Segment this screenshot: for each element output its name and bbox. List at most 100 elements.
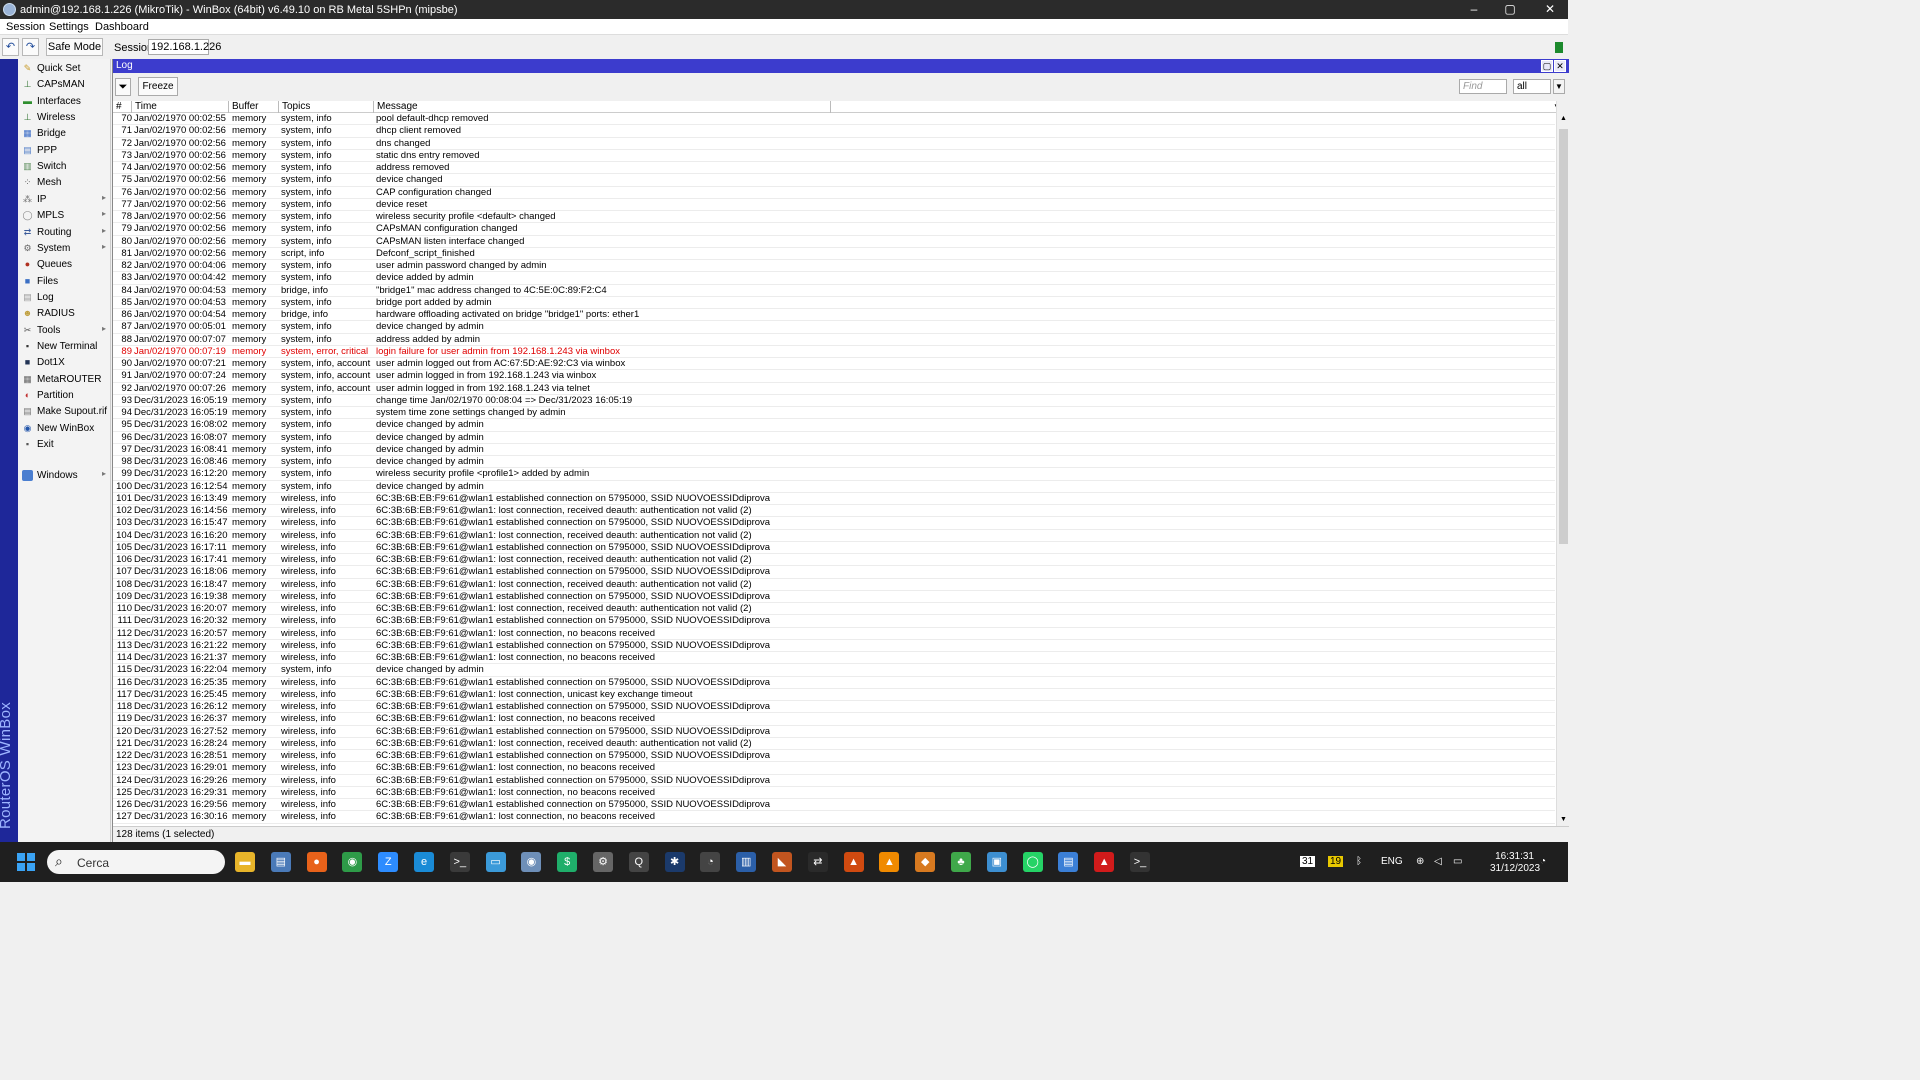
zoom-icon[interactable]: Z: [378, 852, 399, 872]
table-row[interactable]: 110 Dec/31/2023 16:20:07 memory wireless, i…: [113, 603, 1555, 616]
table-row[interactable]: 112 Dec/31/2023 16:20:57 memory wireless, i…: [113, 628, 1555, 640]
sidebar-item-system[interactable]: ⚙ System ▸: [18, 241, 111, 257]
dollar-app-icon[interactable]: $: [557, 852, 578, 872]
table-row[interactable]: 83 Jan/02/1970 00:04:42 memory system, info…: [113, 272, 1555, 285]
table-row[interactable]: 123 Dec/31/2023 16:29:01 memory wireless, i…: [113, 762, 1555, 775]
table-row[interactable]: 115 Dec/31/2023 16:22:04 memory system, inf…: [113, 664, 1555, 677]
table-row[interactable]: 105 Dec/31/2023 16:17:11 memory wireless, i…: [113, 542, 1555, 554]
table-row[interactable]: 72 Jan/02/1970 00:02:56 memory system, info…: [113, 138, 1555, 150]
column-buffer[interactable]: Buffer: [229, 101, 279, 113]
table-row[interactable]: 74 Jan/02/1970 00:02:56 memory system, info…: [113, 162, 1555, 175]
sidebar-item-partition[interactable]: ◐ Partition: [18, 388, 111, 404]
leaf-app-icon[interactable]: ♣: [951, 852, 971, 872]
chevron-down-icon[interactable]: ▼: [1553, 79, 1565, 94]
sidebar-item-metarouter[interactable]: ▦ MetaROUTER: [18, 372, 111, 388]
table-row[interactable]: 127 Dec/31/2023 16:30:16 memory wireless, i…: [113, 811, 1555, 824]
table-row[interactable]: 73 Jan/02/1970 00:02:56 memory system, info…: [113, 150, 1555, 162]
scroll-down-icon[interactable]: ▼: [1558, 814, 1569, 825]
filter-select[interactable]: all: [1513, 79, 1551, 94]
table-row[interactable]: 97 Dec/31/2023 16:08:41 memory system, info…: [113, 444, 1555, 456]
vertical-scrollbar[interactable]: ▲ ▼: [1556, 101, 1569, 826]
file-explorer-icon[interactable]: ▬: [235, 852, 255, 872]
vlc-icon[interactable]: ▲: [879, 852, 900, 872]
sidebar-item-mesh[interactable]: ⁘ Mesh: [18, 175, 111, 191]
terminal-app-icon[interactable]: >_: [449, 852, 470, 872]
monitor-icon[interactable]: ▥: [736, 852, 757, 872]
table-row[interactable]: 93 Dec/31/2023 16:05:19 memory system, info…: [113, 395, 1555, 407]
sidebar-item-ppp[interactable]: ▤ PPP: [18, 143, 111, 159]
chrome-icon[interactable]: ◉: [342, 852, 363, 872]
safe-mode-button[interactable]: Safe Mode: [46, 38, 103, 56]
menu-session[interactable]: Session: [6, 21, 45, 33]
photo-icon[interactable]: ▲: [843, 852, 864, 872]
column-time[interactable]: Time: [132, 101, 229, 113]
freeze-button[interactable]: Freeze: [138, 77, 178, 96]
edge-icon[interactable]: e: [414, 852, 434, 872]
table-row[interactable]: 126 Dec/31/2023 16:29:56 memory wireless, i…: [113, 799, 1555, 812]
pdf-icon[interactable]: ▲: [1094, 852, 1115, 872]
table-row[interactable]: 75 Jan/02/1970 00:02:56 memory system, info…: [113, 174, 1555, 187]
table-row[interactable]: 101 Dec/31/2023 16:13:49 memory wireless, i…: [113, 493, 1555, 505]
sidebar-item-capsman[interactable]: ⊥ CAPsMAN: [18, 77, 111, 93]
sidebar-item-log[interactable]: ▤ Log: [18, 290, 111, 306]
tray-badge-icon[interactable]: 19: [1328, 856, 1344, 867]
sidebar-item-quick-set[interactable]: ✎ Quick Set: [18, 61, 111, 77]
notes-icon[interactable]: ▤: [1058, 852, 1079, 872]
task-app-icon[interactable]: ▤: [270, 852, 291, 872]
table-row[interactable]: 90 Jan/02/1970 00:07:21 memory system, info…: [113, 358, 1555, 371]
maximize-button[interactable]: ▢: [1492, 0, 1528, 19]
column-topics[interactable]: Topics: [279, 101, 374, 113]
undo-icon[interactable]: ↶: [2, 38, 19, 56]
table-row[interactable]: 121 Dec/31/2023 16:28:24 memory wireless, i…: [113, 738, 1555, 750]
sidebar-item-windows[interactable]: Windows ▸: [18, 468, 111, 484]
column-num[interactable]: #: [113, 101, 132, 113]
sidebar-item-new-winbox[interactable]: ◉ New WinBox: [18, 421, 111, 437]
app2-icon[interactable]: ◆: [915, 852, 936, 872]
taskbar-search[interactable]: ⌕ Cerca: [47, 850, 225, 874]
table-row[interactable]: 86 Jan/02/1970 00:04:54 memory bridge, info…: [113, 309, 1555, 322]
table-row[interactable]: 95 Dec/31/2023 16:08:02 memory system, info…: [113, 419, 1555, 432]
image-viewer-icon[interactable]: ▣: [986, 852, 1007, 872]
close-button[interactable]: ✕: [1532, 0, 1568, 19]
close-window-icon[interactable]: ✕: [1554, 60, 1566, 72]
volume-icon[interactable]: ◁: [1434, 856, 1442, 867]
winbox-app-icon[interactable]: ◉: [521, 852, 542, 872]
table-row[interactable]: 71 Jan/02/1970 00:02:56 memory system, info…: [113, 125, 1555, 138]
battery-icon[interactable]: ▭: [1453, 856, 1462, 867]
table-row[interactable]: 70 Jan/02/1970 00:02:55 memory system, info…: [113, 113, 1555, 126]
table-row[interactable]: 124 Dec/31/2023 16:29:26 memory wireless, i…: [113, 775, 1555, 787]
table-row[interactable]: 117 Dec/31/2023 16:25:45 memory wireless, i…: [113, 689, 1555, 701]
table-row[interactable]: 78 Jan/02/1970 00:02:56 memory system, info…: [113, 211, 1555, 224]
sidebar-item-dot1x[interactable]: ■ Dot1X: [18, 355, 111, 371]
restore-window-icon[interactable]: ▢: [1541, 60, 1553, 72]
windows-start-icon[interactable]: [17, 853, 35, 871]
store-icon[interactable]: ▭: [485, 852, 506, 872]
notification-bell-icon[interactable]: ◔: [1540, 856, 1546, 867]
search-tool-icon[interactable]: Q: [628, 852, 649, 872]
language-indicator[interactable]: ENG: [1381, 856, 1403, 867]
table-row[interactable]: 125 Dec/31/2023 16:29:31 memory wireless, i…: [113, 787, 1555, 799]
find-input[interactable]: Find: [1459, 79, 1507, 94]
table-row[interactable]: 103 Dec/31/2023 16:15:47 memory wireless, i…: [113, 517, 1555, 530]
table-row[interactable]: 76 Jan/02/1970 00:02:56 memory system, info…: [113, 187, 1555, 199]
table-row[interactable]: 79 Jan/02/1970 00:02:56 memory system, info…: [113, 223, 1555, 236]
sidebar-item-exit[interactable]: ▪ Exit: [18, 437, 111, 453]
table-row[interactable]: 88 Jan/02/1970 00:07:07 memory system, info…: [113, 334, 1555, 346]
session-field[interactable]: 192.168.1.226: [148, 39, 221, 55]
sidebar-item-new-terminal[interactable]: ▪ New Terminal: [18, 339, 111, 355]
whatsapp-icon[interactable]: ◯: [1022, 852, 1043, 872]
calendar-tray-icon[interactable]: 31: [1300, 856, 1316, 867]
table-row[interactable]: 99 Dec/31/2023 16:12:20 memory system, info…: [113, 468, 1555, 481]
table-row[interactable]: 85 Jan/02/1970 00:04:53 memory system, info…: [113, 297, 1555, 309]
table-row[interactable]: 107 Dec/31/2023 16:18:06 memory wireless, i…: [113, 566, 1555, 579]
console-icon[interactable]: >_: [1130, 852, 1150, 872]
scroll-thumb[interactable]: [1559, 129, 1568, 544]
settings-icon[interactable]: ⚙: [593, 852, 613, 872]
table-row[interactable]: 120 Dec/31/2023 16:27:52 memory wireless, i…: [113, 726, 1555, 738]
table-row[interactable]: 116 Dec/31/2023 16:25:35 memory wireless, i…: [113, 677, 1555, 689]
table-row[interactable]: 80 Jan/02/1970 00:02:56 memory system, info…: [113, 236, 1555, 248]
firefox-icon[interactable]: ●: [306, 852, 327, 872]
table-row[interactable]: 106 Dec/31/2023 16:17:41 memory wireless, i…: [113, 554, 1555, 567]
filter-icon[interactable]: ⏷: [115, 78, 131, 96]
column-message[interactable]: Message: [374, 101, 831, 113]
